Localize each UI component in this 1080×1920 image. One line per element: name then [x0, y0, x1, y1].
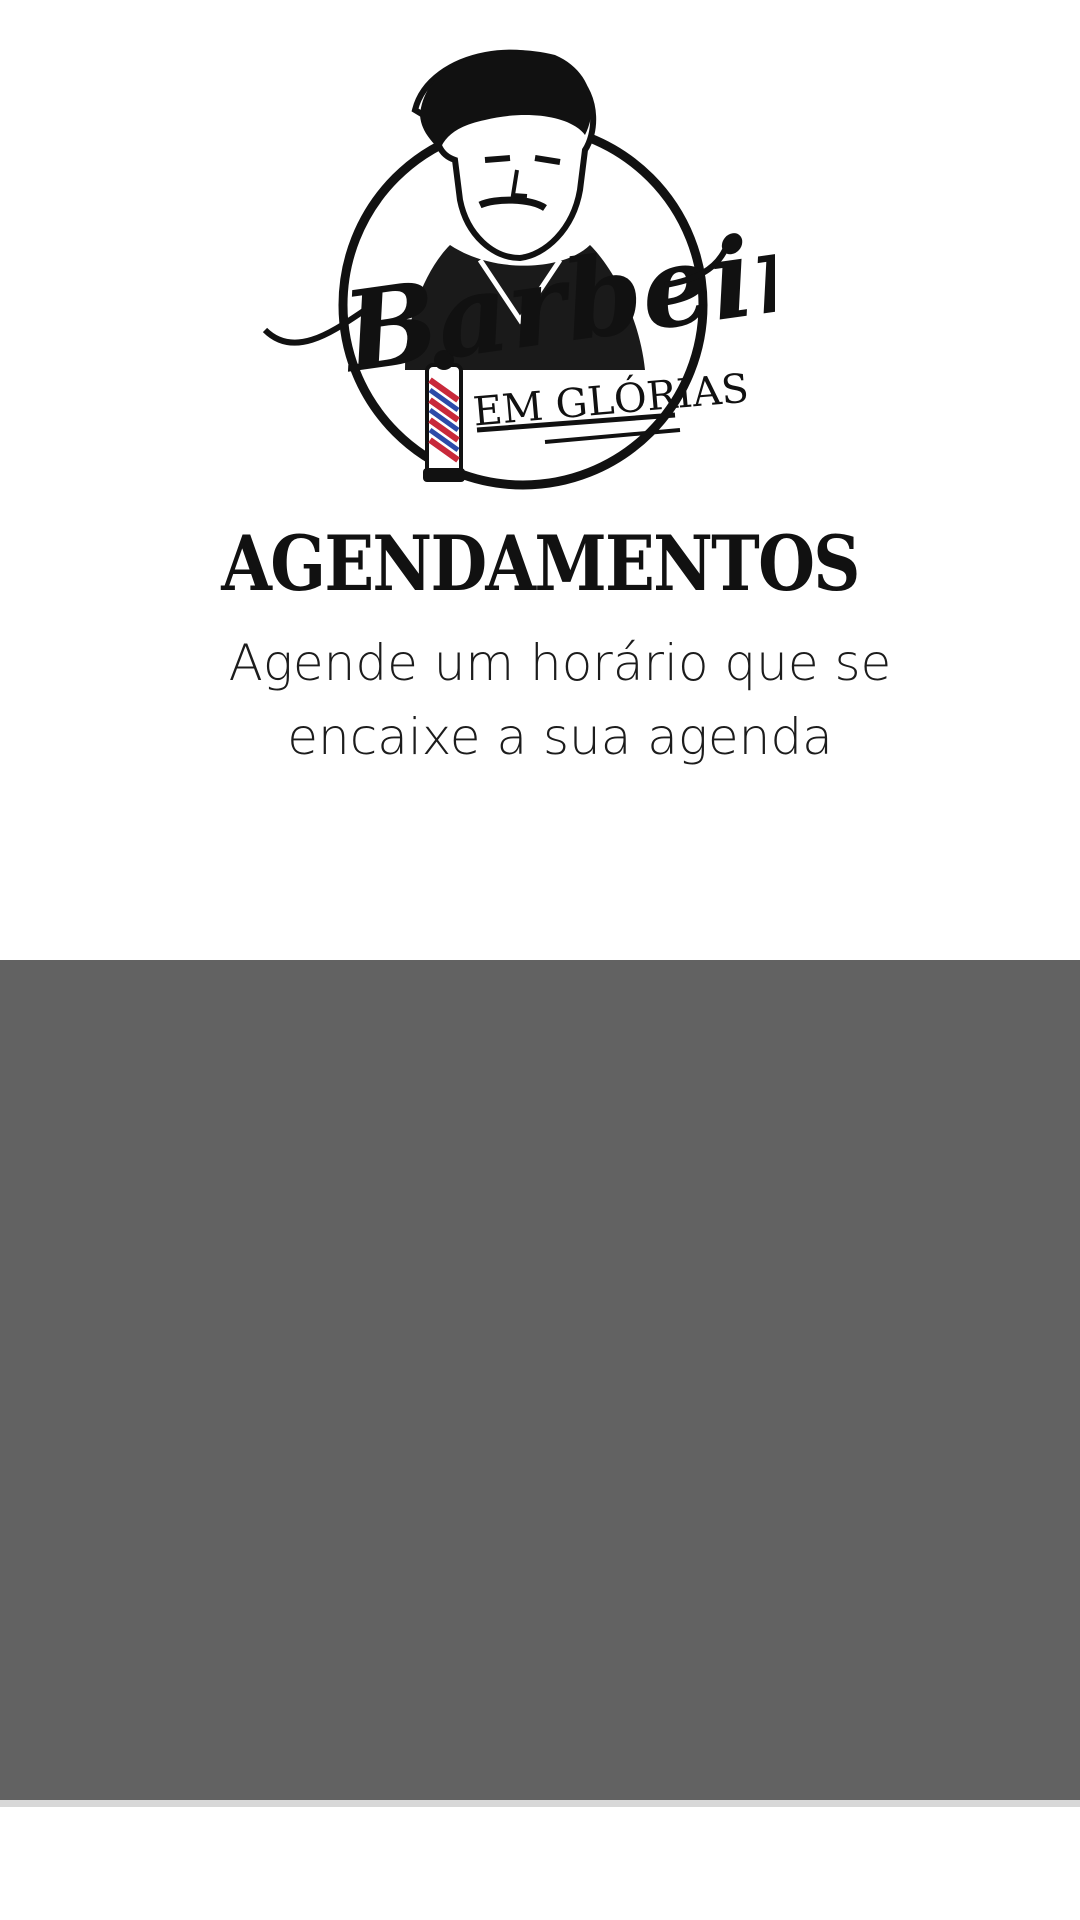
panel-divider: [0, 1800, 1080, 1807]
page-subtitle: Agende um horário que se encaixe a sua a…: [228, 634, 892, 766]
page: Barbeiros EM GLÓRIAS AGENDAMENTOS Agende…: [0, 0, 1080, 1920]
page-title: AGENDAMENTOS: [221, 519, 860, 608]
booking-embed-panel[interactable]: [0, 960, 1080, 1800]
brand-logo: Barbeiros EM GLÓRIAS: [255, 30, 775, 510]
barber-portrait-logo-icon: Barbeiros EM GLÓRIAS: [262, 49, 775, 490]
